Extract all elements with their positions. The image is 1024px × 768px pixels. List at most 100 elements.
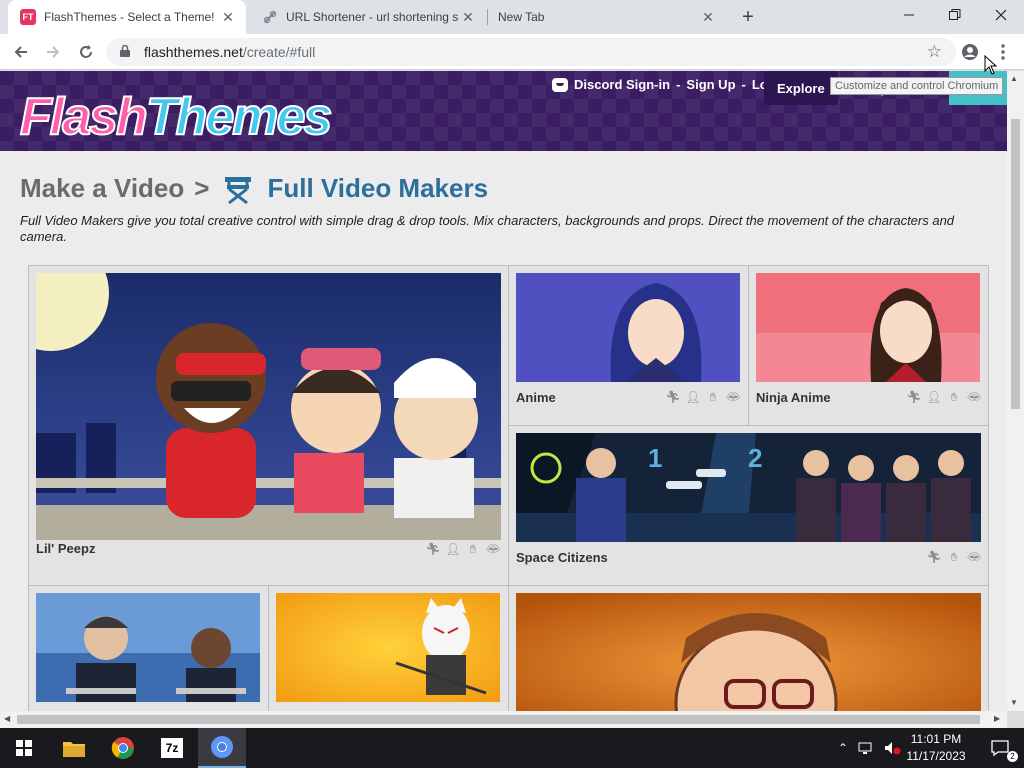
lips-icon: 👄︎ xyxy=(966,390,982,404)
scroll-left-arrow-icon[interactable]: ◀ xyxy=(4,714,10,723)
volume-muted-icon[interactable] xyxy=(884,741,902,755)
space-citizens-thumbnail[interactable]: 1 2 xyxy=(516,433,981,542)
reload-button[interactable] xyxy=(73,39,99,65)
theme-card-space-citizens[interactable]: 1 2 Space Citizens 🏃︎ ✋︎ 👄︎ xyxy=(509,426,989,586)
clock-time: 11:01 PM xyxy=(910,732,962,746)
tab-title: FlashThemes - Select a Theme! xyxy=(44,10,215,24)
flashthemes-logo[interactable]: FlashThemes xyxy=(19,88,333,146)
breadcrumb: Make a Video > Full Video Makers xyxy=(20,171,488,205)
notifications-button[interactable]: 2 xyxy=(976,728,1024,768)
discord-icon xyxy=(552,77,568,92)
breadcrumb-parent-link[interactable]: Make a Video xyxy=(20,173,184,204)
anime-thumbnail[interactable] xyxy=(516,273,740,382)
menu-tooltip: Customize and control Chromium xyxy=(830,77,1004,95)
signup-link[interactable]: Sign Up xyxy=(686,77,735,92)
close-icon xyxy=(995,9,1007,21)
breadcrumb-separator: > xyxy=(194,172,210,203)
url-host: flashthemes.net xyxy=(144,44,243,60)
gesture-icon: ✋︎ xyxy=(950,549,958,564)
lil-peepz-thumbnail[interactable] xyxy=(36,273,501,540)
scrollbar-corner xyxy=(1007,711,1024,728)
browser-toolbar: flashthemes.net/create/#full ☆ xyxy=(0,34,1024,70)
reload-icon xyxy=(80,45,92,58)
theme-name[interactable]: Anime xyxy=(516,390,556,405)
page-title: Full Video Makers xyxy=(267,172,489,203)
theme-card-ninja[interactable] xyxy=(269,586,509,711)
theme-feature-icons: 🏃︎ 👤︎ ✋︎ 👄︎ xyxy=(906,389,982,405)
tab-title: New Tab xyxy=(498,10,545,24)
address-bar[interactable]: flashthemes.net/create/#full ☆ xyxy=(106,38,956,66)
windows-taskbar: 7z ⌃ 11:01 PM 11/17/2023 2 xyxy=(0,728,1024,768)
horizontal-scrollbar[interactable]: ◀ ▶ xyxy=(0,711,1007,728)
separator: - xyxy=(741,77,746,92)
forward-button[interactable] xyxy=(40,39,66,65)
person-icon: 👤︎ xyxy=(445,542,461,556)
run-icon: 🏃︎ xyxy=(926,550,942,564)
theme-name[interactable]: Ninja Anime xyxy=(756,390,831,405)
profile-button[interactable] xyxy=(957,39,983,65)
comedy-thumbnail[interactable] xyxy=(516,593,981,711)
notification-count-badge: 2 xyxy=(1007,751,1018,762)
separator: - xyxy=(676,77,681,92)
taskbar-clock[interactable]: 11:01 PM 11/17/2023 xyxy=(905,731,967,765)
new-tab-button[interactable]: + xyxy=(736,5,760,29)
chromium-taskbar-button[interactable] xyxy=(198,728,246,768)
minimize-button[interactable] xyxy=(886,0,932,30)
clock-date: 11/17/2023 xyxy=(906,749,966,763)
tab-url-shortener[interactable]: URL Shortener - url shortening se ✕ xyxy=(250,0,486,34)
close-tab-icon[interactable]: ✕ xyxy=(458,7,478,27)
theme-card-comedy[interactable] xyxy=(509,586,989,711)
theme-feature-icons: 🏃︎ 👤︎ ✋︎ 👄︎ xyxy=(665,390,740,405)
person-icon: 👤︎ xyxy=(926,390,942,404)
theme-card-politics[interactable] xyxy=(29,586,269,711)
close-window-button[interactable] xyxy=(978,0,1024,30)
browser-tab-strip: FT FlashThemes - Select a Theme! ✕ URL S… xyxy=(0,0,1024,34)
start-button[interactable] xyxy=(0,728,48,768)
gesture-icon: ✋︎ xyxy=(950,389,958,404)
file-explorer-button[interactable] xyxy=(50,728,98,768)
discord-signin-link[interactable]: Discord Sign-in xyxy=(574,77,670,92)
tab-new-tab[interactable]: New Tab ✕ xyxy=(490,0,726,34)
page-viewport: FlashThemes Discord Sign-in - Sign Up - … xyxy=(0,71,1007,711)
politics-thumbnail[interactable] xyxy=(36,593,260,702)
network-icon[interactable] xyxy=(858,741,874,755)
theme-name[interactable]: Space Citizens xyxy=(516,550,608,565)
windows-logo-icon xyxy=(16,740,32,756)
scroll-down-arrow-icon[interactable]: ▼ xyxy=(1010,698,1018,707)
tab-flashthemes[interactable]: FT FlashThemes - Select a Theme! ✕ xyxy=(8,0,246,34)
restore-button[interactable] xyxy=(932,0,978,30)
theme-card-anime[interactable]: Anime 🏃︎ 👤︎ ✋︎ 👄︎ xyxy=(509,266,749,426)
theme-card-lil-peepz[interactable]: Lil' Peepz 🏃︎ 👤︎ ✋︎ 👄︎ xyxy=(29,266,509,586)
arrow-left-icon xyxy=(14,46,27,58)
chevron-up-icon[interactable]: ⌃ xyxy=(838,741,848,755)
theme-feature-icons: 🏃︎ 👤︎ ✋︎ 👄︎ xyxy=(425,542,500,557)
7zip-taskbar-button[interactable]: 7z xyxy=(148,728,196,768)
lock-icon xyxy=(120,44,134,60)
page-intro: Full Video Makers give you total creativ… xyxy=(20,213,955,244)
close-tab-icon[interactable]: ✕ xyxy=(698,7,718,27)
vertical-scroll-thumb[interactable] xyxy=(1011,119,1020,409)
ninja-anime-thumbnail[interactable] xyxy=(756,273,980,382)
back-button[interactable] xyxy=(8,39,34,65)
lips-icon: 👄︎ xyxy=(966,550,982,564)
tab-divider xyxy=(487,9,488,25)
scroll-up-arrow-icon[interactable]: ▲ xyxy=(1010,74,1018,83)
scroll-right-arrow-icon[interactable]: ▶ xyxy=(994,714,1000,723)
director-chair-icon xyxy=(225,177,252,205)
account-circle-icon xyxy=(962,44,978,60)
7zip-icon: 7z xyxy=(161,738,183,758)
chrome-taskbar-button[interactable] xyxy=(99,728,147,768)
vertical-scrollbar[interactable]: ▲ ▼ xyxy=(1007,71,1024,711)
close-tab-icon[interactable]: ✕ xyxy=(218,7,238,27)
horizontal-scroll-thumb[interactable] xyxy=(17,715,980,724)
run-icon: 🏃︎ xyxy=(425,542,441,556)
tab-title: URL Shortener - url shortening se xyxy=(286,10,458,24)
header-auth-links: Discord Sign-in - Sign Up - Login xyxy=(552,77,787,92)
svg-text:2: 2 xyxy=(748,443,762,473)
theme-name[interactable]: Lil' Peepz xyxy=(36,541,95,556)
theme-card-ninja-anime[interactable]: Ninja Anime 🏃︎ 👤︎ ✋︎ 👄︎ xyxy=(749,266,989,426)
more-vert-icon xyxy=(1001,44,1005,60)
nav-explore[interactable]: Explore xyxy=(764,71,838,105)
ninja-thumbnail[interactable] xyxy=(276,593,500,702)
bookmark-star-icon[interactable]: ☆ xyxy=(927,42,942,62)
